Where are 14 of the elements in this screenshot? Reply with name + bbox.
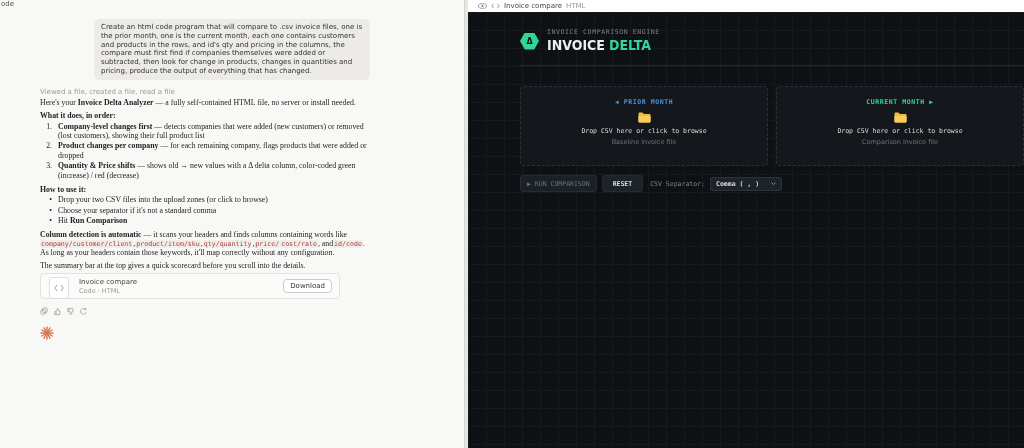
file-thumbnail	[49, 277, 69, 300]
chevron-down-icon	[771, 182, 777, 185]
thumbs-up-icon[interactable]	[53, 307, 62, 317]
folder-icon	[637, 112, 651, 123]
code-icon[interactable]	[491, 3, 500, 9]
hexagon-logo: Δ	[520, 32, 539, 50]
retry-icon[interactable]	[79, 307, 88, 317]
thumbs-down-icon[interactable]	[66, 307, 75, 317]
copy-icon[interactable]	[40, 307, 49, 317]
spark-logo-icon	[40, 326, 54, 341]
app-title-accent: DELTA	[608, 37, 651, 53]
app-title: INVOICE	[547, 37, 605, 53]
folder-icon	[893, 112, 907, 123]
eye-icon[interactable]	[478, 3, 487, 9]
